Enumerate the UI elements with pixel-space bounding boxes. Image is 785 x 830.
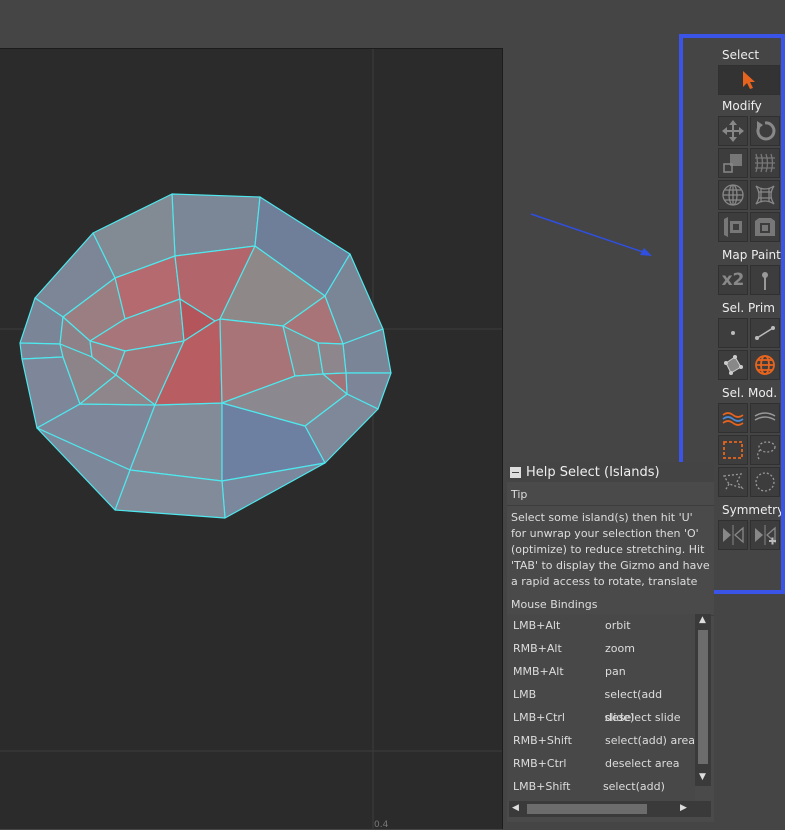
lasso-icon	[757, 441, 776, 460]
pin-button[interactable]	[750, 265, 780, 295]
symmetry-button[interactable]	[718, 520, 748, 550]
binding-action: orbit	[605, 619, 631, 632]
collapse-icon[interactable]	[510, 466, 521, 478]
edge-icon	[755, 326, 775, 340]
unfold-right-button[interactable]	[750, 212, 780, 242]
edge-mode-button[interactable]	[750, 318, 780, 348]
paint-waves-icon	[722, 412, 744, 426]
binding-row: RMB+Alt zoom	[507, 637, 695, 660]
section-sel-mod-label: Sel. Mod.	[722, 386, 778, 400]
circle-select-button[interactable]	[750, 467, 780, 497]
mirror-icon	[723, 525, 744, 545]
unfold-right-icon	[755, 218, 775, 236]
scroll-left-icon[interactable]: ◀	[512, 803, 519, 813]
section-map-paint-label: Map Paint	[722, 248, 781, 262]
vertical-scrollbar[interactable]: ▲ ▼	[695, 614, 711, 786]
sphere-grid-button[interactable]	[718, 180, 748, 210]
paint-select-button[interactable]	[718, 403, 748, 433]
move-tool-button[interactable]	[718, 116, 748, 146]
pinch-grid-button[interactable]	[750, 180, 780, 210]
cursor-arrow-icon	[743, 71, 755, 89]
tip-heading: Tip	[507, 482, 714, 506]
section-select-label: Select	[722, 48, 760, 62]
binding-row: LMB+Ctrl deselect slide	[507, 706, 695, 729]
soft-waves-icon	[754, 412, 776, 421]
binding-row: MMB+Alt pan	[507, 660, 695, 683]
scale-icon	[723, 154, 742, 173]
binding-row: RMB+Shift select(add) area	[507, 729, 695, 752]
rect-select-button[interactable]	[718, 435, 748, 465]
pinch-grid-icon	[755, 185, 775, 205]
section-symmetry-label: Symmetry	[722, 503, 785, 517]
rect-marquee-icon	[723, 441, 743, 459]
uv-mesh-canvas[interactable]	[0, 49, 502, 829]
binding-row: LMB select(add slide)	[507, 683, 695, 724]
binding-key: RMB+Shift	[513, 734, 572, 747]
scroll-down-icon[interactable]: ▼	[699, 772, 706, 782]
mouse-bindings-heading: Mouse Bindings	[507, 594, 714, 616]
polygon-select-button[interactable]	[718, 467, 748, 497]
island-mode-button[interactable]	[750, 350, 780, 380]
help-panel-header[interactable]: Help Select (Islands)	[507, 462, 714, 482]
uv-viewport[interactable]: 0.4	[0, 48, 503, 830]
circle-marquee-icon	[755, 472, 775, 492]
wave-grid-icon	[755, 153, 775, 173]
face-mode-button[interactable]	[718, 350, 748, 380]
horizontal-scroll-thumb[interactable]	[527, 804, 647, 814]
help-panel-title: Help Select (Islands)	[526, 464, 660, 480]
select-tool-button[interactable]	[718, 65, 780, 95]
horizontal-scrollbar[interactable]: ◀ ▶	[509, 801, 711, 817]
binding-action: deselect area	[605, 757, 680, 770]
soft-select-button[interactable]	[750, 403, 780, 433]
scroll-up-icon[interactable]: ▲	[699, 615, 706, 625]
unfold-left-button[interactable]	[718, 212, 748, 242]
vertex-mode-button[interactable]	[718, 318, 748, 348]
polygon-lasso-icon	[722, 473, 744, 492]
binding-row: LMB+Shift select(add) path/	[507, 775, 695, 798]
binding-action: select(add) path/	[602, 780, 665, 793]
relax-tool-button[interactable]	[750, 148, 780, 178]
binding-action: zoom	[605, 642, 635, 655]
binding-action: select(add slide)	[604, 688, 663, 724]
symmetry-add-button[interactable]	[750, 520, 780, 550]
axis-tick-label: 0.4	[374, 820, 389, 830]
x2-button[interactable]: x2	[718, 265, 748, 295]
section-modify-label: Modify	[722, 99, 762, 113]
lasso-select-button[interactable]	[750, 435, 780, 465]
island-globe-icon	[755, 355, 775, 375]
x2-label: x2	[721, 270, 745, 290]
face-icon	[724, 355, 743, 375]
sphere-grid-icon	[722, 184, 744, 206]
pin-icon	[762, 272, 768, 290]
annotation-arrow	[530, 213, 652, 256]
vertical-scroll-thumb[interactable]	[698, 630, 708, 764]
binding-key: LMB+Shift	[513, 780, 571, 793]
mouse-bindings-section: Mouse Bindings LMB+Alt orbit RMB+Alt zoom …	[507, 594, 714, 822]
binding-key: LMB+Alt	[513, 619, 561, 632]
mouse-bindings-list[interactable]: LMB+Alt orbit RMB+Alt zoom MMB+Alt pan LMB s…	[507, 614, 695, 802]
binding-key: LMB	[513, 688, 537, 701]
help-panel: Help Select (Islands) Tip Select some is…	[507, 462, 714, 822]
move-arrows-icon	[722, 120, 744, 142]
scroll-right-icon[interactable]: ▶	[680, 803, 687, 813]
binding-key: RMB+Alt	[513, 642, 562, 655]
uv-mesh-faces	[19, 193, 392, 519]
binding-row: RMB+Ctrl deselect area	[507, 752, 695, 775]
binding-action: pan	[605, 665, 626, 678]
binding-action: deselect slide	[605, 711, 681, 724]
section-sel-prim-label: Sel. Prim	[722, 301, 775, 315]
unfold-left-icon	[724, 217, 742, 237]
scale-tool-button[interactable]	[718, 148, 748, 178]
tool-palette: Select Modify Map Paint x2 Sel. Prim Sel…	[716, 46, 784, 552]
rotate-icon	[756, 121, 776, 141]
binding-action: select(add) area	[605, 734, 695, 747]
binding-row: LMB+Alt orbit	[507, 614, 695, 637]
binding-key: LMB+Ctrl	[513, 711, 565, 724]
binding-key: RMB+Ctrl	[513, 757, 567, 770]
tip-text: Select some island(s) then hit 'U' for u…	[511, 511, 710, 588]
vertex-icon	[731, 331, 735, 335]
binding-key: MMB+Alt	[513, 665, 564, 678]
mirror-plus-icon	[755, 525, 776, 545]
rotate-tool-button[interactable]	[750, 116, 780, 146]
